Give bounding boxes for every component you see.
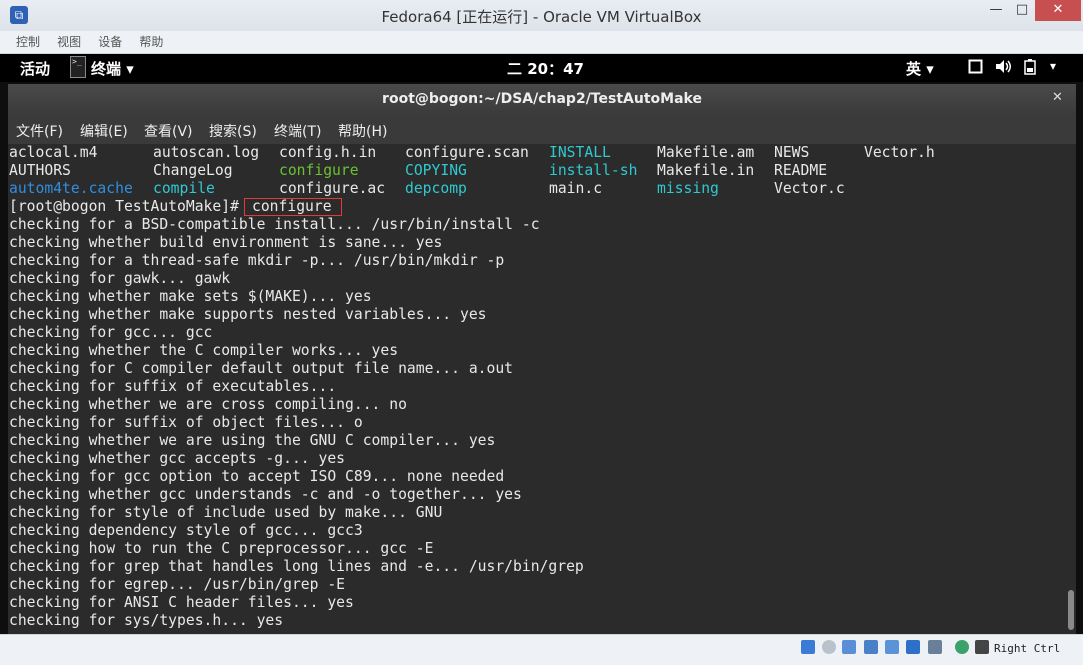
output-line: checking whether we are using the GNU C … (9, 432, 496, 449)
terminal-menu-file[interactable]: 文件(F) (16, 121, 63, 141)
ls-entry: README (774, 162, 828, 179)
hard-disk-icon[interactable] (801, 640, 815, 654)
shell-prompt: [root@bogon TestAutoMake]# (9, 198, 248, 215)
network-icon[interactable] (864, 640, 878, 654)
output-line: checking for grep that handles long line… (9, 558, 584, 575)
virtualization-icon[interactable] (955, 640, 969, 654)
ls-entry: install-sh (549, 162, 638, 179)
ls-entry: main.c (549, 180, 603, 197)
menu-devices[interactable]: 设备 (98, 31, 122, 53)
output-line: checking whether gcc accepts -g... yes (9, 450, 346, 467)
battery-icon[interactable] (1024, 59, 1036, 79)
vbox-titlebar: ⧉ Fedora64 [正在运行] - Oracle VM VirtualBox… (0, 0, 1083, 32)
gnome-top-bar: 活动 >_ 终端 ▾ 二 20：47 英 ▾ ▾ (0, 54, 1083, 82)
volume-icon[interactable] (995, 59, 1013, 78)
mouse-integration-icon[interactable] (975, 640, 989, 654)
output-line: checking whether make supports nested va… (9, 306, 487, 323)
ls-entry: Vector.c (774, 180, 845, 197)
ls-entry: autoscan.log (153, 144, 260, 161)
output-line: checking whether we are cross compiling.… (9, 396, 407, 413)
input-method-indicator[interactable]: 英 ▾ (906, 58, 934, 79)
host-key-label: Right Ctrl (994, 642, 1061, 655)
output-line: checking for gcc option to accept ISO C8… (9, 468, 505, 485)
output-line: checking for suffix of executables... (9, 378, 337, 395)
window-icon[interactable] (968, 59, 983, 78)
terminal-menu-search[interactable]: 搜索(S) (209, 121, 257, 141)
vbox-menubar: 控制 视图 设备 帮助 (0, 31, 1083, 54)
output-line: checking for gcc... gcc (9, 324, 213, 341)
close-button[interactable]: ✕ (1035, 0, 1081, 21)
ls-entry: compile (153, 180, 215, 197)
output-line: checking for suffix of object files... o (9, 414, 363, 431)
clock[interactable]: 二 20：47 (507, 58, 584, 79)
ls-entry: AUTHORS (9, 162, 71, 179)
output-line: checking dependency style of gcc... gcc3 (9, 522, 363, 539)
maximize-button[interactable]: □ (1009, 0, 1035, 21)
terminal-app-icon: >_ (70, 56, 86, 78)
ls-entry: configure.scan (405, 144, 529, 161)
activities-button[interactable]: 活动 (20, 58, 50, 79)
ls-entry: NEWS (774, 144, 810, 161)
output-line: checking for gawk... gawk (9, 270, 231, 287)
terminal-menu-edit[interactable]: 编辑(E) (80, 121, 128, 141)
app-menu-terminal[interactable]: 终端 ▾ (91, 58, 134, 79)
window-title: Fedora64 [正在运行] - Oracle VM VirtualBox (381, 8, 702, 26)
output-line: checking whether the C compiler works...… (9, 342, 399, 359)
output-line: checking whether make sets $(MAKE)... ye… (9, 288, 372, 305)
audio-icon[interactable] (842, 640, 856, 654)
terminal-menu-view[interactable]: 查看(V) (144, 121, 193, 141)
ls-entry: missing (657, 180, 719, 197)
ls-entry: INSTALL (549, 144, 611, 161)
output-line: checking whether build environment is sa… (9, 234, 443, 251)
output-line: checking for a BSD-compatible install...… (9, 216, 540, 233)
ls-entry: Makefile.in (657, 162, 755, 179)
terminal-scrollbar[interactable] (1066, 144, 1076, 634)
terminal-title: root@bogon:~/DSA/chap2/TestAutoMake (382, 91, 702, 107)
ls-entry: autom4te.cache (9, 180, 133, 197)
output-line: checking whether gcc understands -c and … (9, 486, 522, 503)
system-menu-chevron-icon[interactable]: ▾ (1050, 59, 1056, 73)
ls-entry: configure (279, 162, 359, 179)
output-line: checking for a thread-safe mkdir -p... /… (9, 252, 505, 269)
ls-entry: Makefile.am (657, 144, 755, 161)
shared-folders-icon[interactable] (906, 640, 920, 654)
vbox-status-bar: Right Ctrl (0, 634, 1083, 665)
terminal-header: root@bogon:~/DSA/chap2/TestAutoMake ✕ (8, 84, 1076, 116)
menu-control[interactable]: 控制 (16, 31, 40, 53)
ls-entry: Vector.h (864, 144, 935, 161)
menu-view[interactable]: 视图 (57, 31, 81, 53)
output-line: checking how to run the C preprocessor..… (9, 540, 434, 557)
output-line: checking for C compiler default output f… (9, 360, 514, 377)
optical-drive-icon[interactable] (822, 640, 836, 654)
command-highlight-box (244, 198, 342, 216)
ls-entry: ChangeLog (153, 162, 233, 179)
menu-help[interactable]: 帮助 (139, 31, 163, 53)
ls-entry: COPYING (405, 162, 467, 179)
output-line: checking for sys/types.h... yes (9, 612, 284, 629)
terminal-output[interactable]: aclocal.m4 autoscan.log config.h.in conf… (8, 144, 1066, 634)
minimize-button[interactable]: — (983, 0, 1009, 21)
output-line: checking for egrep... /usr/bin/grep -E (9, 576, 346, 593)
terminal-window: root@bogon:~/DSA/chap2/TestAutoMake ✕ 文件… (8, 84, 1076, 634)
ls-entry: depcomp (405, 180, 467, 197)
output-line: checking for ANSI C header files... yes (9, 594, 354, 611)
video-capture-icon[interactable] (928, 640, 942, 654)
output-line: checking for style of include used by ma… (9, 504, 443, 521)
ls-entry: config.h.in (279, 144, 377, 161)
usb-icon[interactable] (885, 640, 899, 654)
terminal-close-icon[interactable]: ✕ (1052, 90, 1063, 105)
ls-entry: configure.ac (279, 180, 386, 197)
terminal-menu-help[interactable]: 帮助(H) (338, 121, 387, 141)
scrollbar-thumb[interactable] (1068, 590, 1074, 630)
terminal-menu-terminal[interactable]: 终端(T) (274, 121, 321, 141)
ls-entry: aclocal.m4 (9, 144, 98, 161)
terminal-menubar: 文件(F) 编辑(E) 查看(V) 搜索(S) 终端(T) 帮助(H) (8, 116, 1076, 144)
